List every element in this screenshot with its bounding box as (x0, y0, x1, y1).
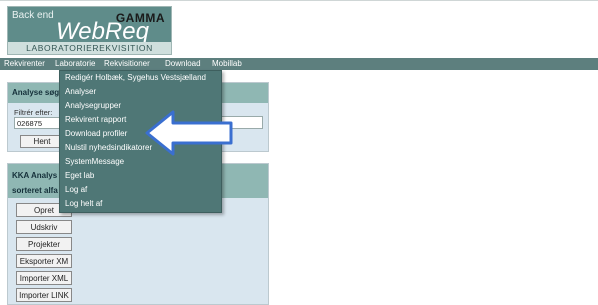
analyse-search-title: Analyse søg (12, 88, 60, 97)
dropdown-item-download-profiler[interactable]: Download profiler (65, 127, 127, 141)
menu-rekvirenter[interactable]: Rekvirenter (4, 58, 45, 70)
logo-subtitle: LABORATORIEREKVISITION (8, 42, 171, 54)
dropdown-item-analyser[interactable]: Analyser (65, 85, 96, 99)
dropdown-item-log-af[interactable]: Log af (65, 183, 87, 197)
hent-button[interactable]: Hent (20, 135, 64, 148)
dropdown-item-log-helt-af[interactable]: Log helt af (65, 197, 102, 211)
dropdown-item-systemmessage[interactable]: SystemMessage (65, 155, 124, 169)
importer-link-button[interactable]: Importer LINK (16, 288, 72, 302)
dropdown-item-rekvirent-rapport[interactable]: Rekvirent rapport (65, 113, 126, 127)
top-border (0, 0, 598, 1)
dropdown-item-rediger[interactable]: Redigér Holbæk, Sygehus Vestsjælland (65, 71, 206, 85)
arrow-shape (145, 110, 233, 156)
menu-rekvisitioner[interactable]: Rekvisitioner (104, 58, 150, 70)
importer-xml-button[interactable]: Importer XML (16, 271, 72, 285)
app-logo[interactable]: Back end GAMMA WebReq LABORATORIEREKVISI… (7, 6, 172, 55)
menu-laboratorie[interactable]: Laboratorie (55, 58, 95, 70)
menu-download[interactable]: Download (165, 58, 201, 70)
dropdown-item-nulstil[interactable]: Nulstil nyhedsindikatorer (65, 141, 152, 155)
logo-backend-text: Back end (12, 10, 54, 21)
menu-mobillab[interactable]: Mobillab (212, 58, 242, 70)
projekter-button[interactable]: Projekter (16, 237, 72, 251)
filter-label: Filtrér efter: (14, 108, 53, 117)
menu-bar: Rekvirenter Laboratorie Rekvisitioner Do… (0, 58, 598, 70)
kka-title-line1: KKA Analys (12, 171, 58, 180)
kka-title-line2: sorteret alfa (12, 186, 58, 195)
filter-input[interactable]: 026875 (14, 117, 60, 129)
dropdown-item-analysegrupper[interactable]: Analysegrupper (65, 99, 121, 113)
pointer-arrow-icon (145, 110, 233, 156)
dropdown-item-eget-lab[interactable]: Eget lab (65, 169, 94, 183)
eksporter-xml-button[interactable]: Eksporter XM (16, 254, 72, 268)
udskriv-button[interactable]: Udskriv (16, 220, 72, 234)
